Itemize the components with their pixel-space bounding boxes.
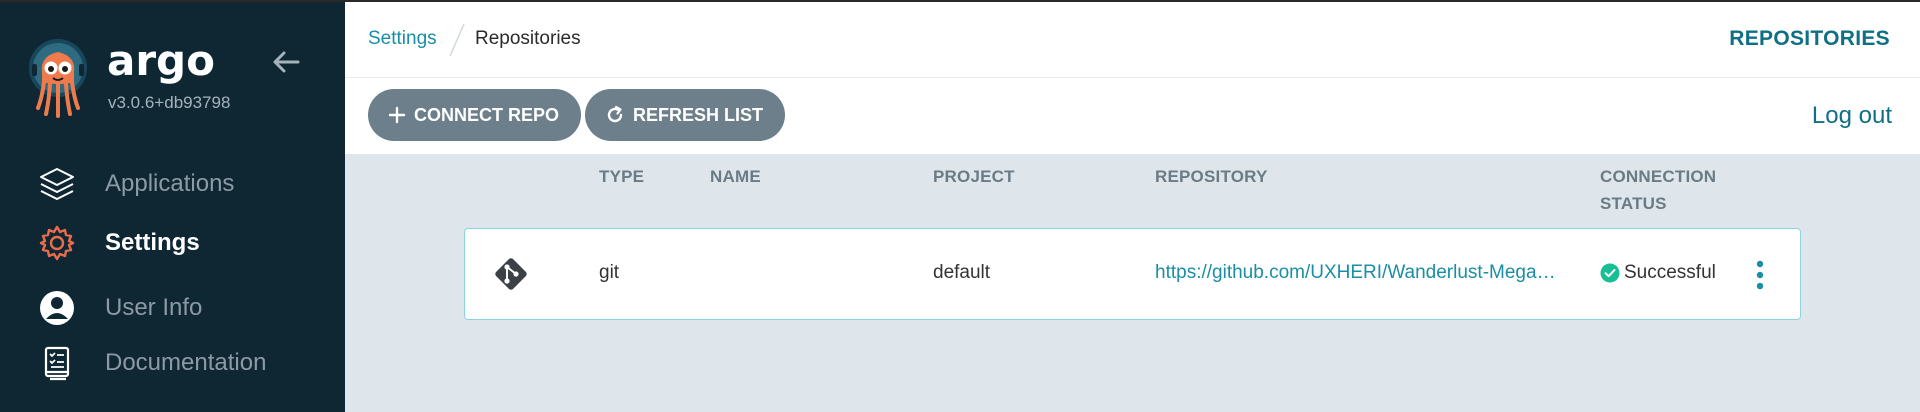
connect-repo-label: CONNECT REPO	[414, 104, 560, 125]
window-top-border	[0, 0, 1920, 2]
sidebar: argo v3.0.6+db93798 Applications Setting…	[0, 0, 345, 412]
version-label: v3.0.6+db93798	[108, 93, 231, 112]
column-header-repository: REPOSITORY	[1155, 167, 1268, 186]
breadcrumb-current: Repositories	[475, 28, 581, 49]
cell-connection-status: Successful	[1600, 262, 1716, 284]
breadcrumb-settings-link[interactable]: Settings	[368, 28, 437, 50]
breadcrumb-separator	[448, 22, 466, 58]
page-header: Settings Repositories REPOSITORIES	[345, 2, 1920, 78]
plus-icon	[388, 105, 406, 125]
column-header-status-line2: STATUS	[1600, 194, 1667, 213]
argo-logo-icon	[28, 38, 88, 118]
column-header-type: TYPE	[599, 167, 645, 186]
table-row[interactable]: git default https://github.com/UXHERI/Wa…	[464, 228, 1801, 320]
refresh-icon	[605, 105, 625, 125]
sidebar-item-settings[interactable]: Settings	[0, 217, 345, 269]
column-header-project: PROJECT	[933, 167, 1015, 186]
logout-link[interactable]: Log out	[1812, 102, 1892, 130]
sidebar-item-label: Applications	[105, 170, 235, 197]
sidebar-item-label: Settings	[105, 229, 200, 256]
refresh-list-button[interactable]: REFRESH LIST	[585, 89, 785, 141]
column-header-status-line1: CONNECTION	[1600, 167, 1717, 186]
cell-type: git	[599, 262, 620, 283]
sidebar-item-documentation[interactable]: Documentation	[0, 337, 345, 389]
sidebar-item-user-info[interactable]: User Info	[0, 282, 345, 334]
layers-icon	[38, 165, 76, 203]
git-icon	[491, 254, 531, 294]
column-header-name: NAME	[710, 167, 761, 186]
brand-name: argo	[107, 36, 215, 85]
cell-project: default	[933, 262, 991, 283]
status-text: Successful	[1624, 262, 1716, 283]
sidebar-item-applications[interactable]: Applications	[0, 158, 345, 210]
check-circle-icon	[1600, 263, 1620, 283]
toolbar: CONNECT REPO REFRESH LIST Log out	[345, 78, 1920, 154]
column-header-connection-status: CONNECTION STATUS	[1600, 163, 1716, 217]
sidebar-item-label: Documentation	[105, 349, 267, 376]
sidebar-item-label: User Info	[105, 294, 203, 321]
cell-repository-link[interactable]: https://github.com/UXHERI/Wanderlust-Meg…	[1155, 262, 1559, 284]
page-title: REPOSITORIES	[1729, 27, 1890, 50]
collapse-sidebar-arrow-icon[interactable]	[270, 46, 302, 78]
user-icon	[38, 289, 76, 327]
row-actions-menu-icon[interactable]	[1753, 259, 1767, 291]
book-icon	[38, 344, 76, 382]
gear-icon	[38, 224, 76, 262]
refresh-list-label: REFRESH LIST	[633, 104, 764, 125]
connect-repo-button[interactable]: CONNECT REPO	[368, 89, 581, 141]
